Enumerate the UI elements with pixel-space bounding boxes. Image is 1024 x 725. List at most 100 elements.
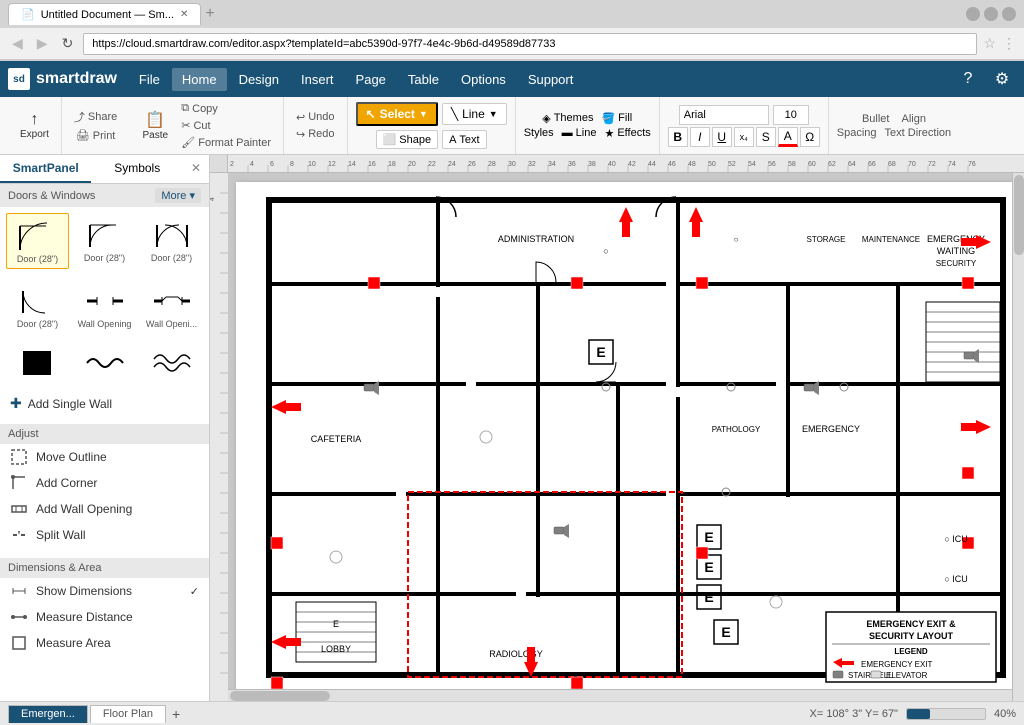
strikethrough-button[interactable]: S — [756, 127, 776, 147]
redo-button[interactable]: ↪ Redo — [292, 127, 339, 142]
symbols-grid-row3 — [0, 337, 209, 389]
symbol-double-wavy[interactable] — [140, 341, 203, 385]
subscript-button[interactable]: x₄ — [734, 127, 754, 147]
export-button[interactable]: ↑ Export — [16, 109, 53, 142]
styles-button[interactable]: Styles — [524, 127, 554, 139]
vertical-scroll-thumb[interactable] — [1014, 175, 1024, 255]
forward-button[interactable]: ▶ — [33, 33, 52, 54]
bold-button[interactable]: B — [668, 127, 688, 147]
font-color-button[interactable]: A — [778, 127, 798, 147]
menu-table[interactable]: Table — [398, 68, 449, 91]
fill-button[interactable]: 🪣 Fill — [601, 112, 632, 125]
measure-area-button[interactable]: Measure Area — [0, 630, 209, 656]
shape-button[interactable]: ⬜ Shape — [376, 130, 439, 149]
vertical-scrollbar[interactable] — [1012, 173, 1024, 701]
canvas-container[interactable]: ADMINISTRATION ○ STORAGE MAINTENANCE EME… — [228, 173, 1024, 701]
smart-panel-tab[interactable]: SmartPanel — [0, 155, 91, 183]
close-button[interactable] — [1002, 7, 1016, 21]
add-single-wall-button[interactable]: ✚ Add Single Wall — [0, 389, 209, 418]
font-name-input[interactable] — [679, 105, 769, 125]
horizontal-scrollbar[interactable] — [228, 689, 1012, 701]
status-bar: Emergen... Floor Plan + X= 108° 3" Y= 67… — [0, 701, 1024, 725]
spacing-button[interactable]: Spacing — [837, 127, 877, 139]
symbol-door-28-b[interactable]: Door (28") — [73, 213, 136, 269]
share-button[interactable]: ⤴ Share — [70, 108, 121, 126]
url-input[interactable] — [83, 33, 977, 55]
bullet-button[interactable]: Bullet — [862, 113, 890, 125]
effects-button[interactable]: ★ Effects — [604, 127, 650, 140]
menu-design[interactable]: Design — [229, 68, 289, 91]
print-button[interactable]: 🖨 Print — [72, 128, 120, 143]
toolbar-group-share-print: ⤴ Share 🖨 Print — [62, 97, 129, 154]
themes-button[interactable]: ◈ Themes — [542, 112, 593, 125]
horizontal-scroll-thumb[interactable] — [230, 691, 330, 701]
symbol-door-28-bottom[interactable]: Door (28") — [6, 279, 69, 333]
help-button[interactable]: ? — [954, 65, 982, 93]
menu-page[interactable]: Page — [346, 68, 396, 91]
measure-distance-button[interactable]: Measure Distance — [0, 604, 209, 630]
cut-button[interactable]: ✂ Cut — [177, 118, 275, 133]
canvas-area: 2 4 6 8 10 12 14 16 18 20 22 24 26 28 — [210, 155, 1024, 701]
more-button[interactable]: More ▾ — [155, 188, 201, 203]
menu-file[interactable]: File — [129, 68, 170, 91]
symbols-tab[interactable]: Symbols — [91, 155, 182, 183]
panel-tabs: SmartPanel Symbols ✕ — [0, 155, 209, 184]
paste-button[interactable]: 📋 Paste — [137, 108, 173, 143]
select-button[interactable]: ↖ Select ▼ — [356, 102, 438, 126]
add-corner-button[interactable]: Add Corner — [0, 470, 209, 496]
add-wall-opening-button[interactable]: Add Wall Opening — [0, 496, 209, 522]
tab-close-button[interactable]: ✕ — [180, 9, 188, 20]
copy-button[interactable]: ⧉ Copy — [177, 101, 275, 116]
page-tab-emergency[interactable]: Emergen... — [8, 705, 88, 723]
symbol-black-square[interactable] — [6, 341, 69, 385]
format-painter-button[interactable]: 🖌 Format Painter — [177, 135, 275, 150]
svg-text:SECURITY LAYOUT: SECURITY LAYOUT — [869, 631, 954, 641]
undo-button[interactable]: ↩ Undo — [292, 110, 339, 125]
svg-text:76: 76 — [968, 161, 976, 168]
refresh-button[interactable]: ↻ — [58, 33, 78, 54]
menu-insert[interactable]: Insert — [291, 68, 344, 91]
symbol-wavy[interactable] — [73, 341, 136, 385]
maximize-button[interactable] — [984, 7, 998, 21]
svg-text:28: 28 — [488, 161, 496, 168]
browser-tab[interactable]: 📄 Untitled Document — Sm... ✕ — [8, 3, 201, 25]
symbol-wall-opening-2[interactable]: Wall Openi... — [140, 279, 203, 333]
svg-text:2: 2 — [230, 161, 234, 168]
symbol-wall-opening[interactable]: Wall Opening — [73, 279, 136, 333]
menu-options[interactable]: Options — [451, 68, 516, 91]
symbol-door-28-arc[interactable]: Door (28") — [6, 213, 69, 269]
symbol-door-28-double[interactable]: Door (28") — [140, 213, 203, 269]
door-bottom-icon — [15, 283, 61, 319]
menu-support[interactable]: Support — [518, 68, 584, 91]
bookmark-button[interactable]: ☆ — [983, 35, 996, 52]
font-size-input[interactable] — [773, 105, 809, 125]
align-button[interactable]: Align — [902, 113, 926, 125]
wall-opening-2-svg — [149, 283, 195, 319]
show-dimensions-button[interactable]: Show Dimensions ✓ — [0, 578, 209, 604]
line-button[interactable]: ╲ Line ▼ — [442, 103, 507, 125]
panel-close-button[interactable]: ✕ — [183, 155, 209, 183]
page-tab-floorplan[interactable]: Floor Plan — [90, 705, 166, 723]
zoom-slider[interactable] — [906, 708, 986, 720]
special-char-button[interactable]: Ω — [800, 127, 820, 147]
minimize-button[interactable] — [966, 7, 980, 21]
settings-button[interactable]: ⚙ — [988, 65, 1016, 93]
symbols-grid-row1: Door (28") Door (28") — [0, 207, 209, 275]
menu-home[interactable]: Home — [172, 68, 227, 91]
back-button[interactable]: ◀ — [8, 33, 27, 54]
add-page-button[interactable]: + — [172, 706, 180, 722]
toolbar-group-paragraph: Bullet Align Spacing Text Direction — [829, 97, 959, 154]
text-button[interactable]: A Text — [442, 130, 487, 149]
move-outline-button[interactable]: Move Outline — [0, 444, 209, 470]
underline-button[interactable]: U — [712, 127, 732, 147]
text-direction-button[interactable]: Text Direction — [885, 127, 952, 139]
toolbar-group-undoredo: ↩ Undo ↪ Redo — [284, 97, 348, 154]
split-wall-button[interactable]: Split Wall — [0, 522, 209, 548]
line-style-button[interactable]: ▬ Line — [562, 127, 597, 139]
more-options-button[interactable]: ⋮ — [1002, 35, 1016, 52]
svg-text:STORAGE: STORAGE — [807, 235, 846, 244]
italic-button[interactable]: I — [690, 127, 710, 147]
svg-text:30: 30 — [508, 161, 516, 168]
new-tab-button[interactable]: + — [205, 5, 214, 23]
drawing-canvas[interactable]: ADMINISTRATION ○ STORAGE MAINTENANCE EME… — [236, 182, 1016, 692]
